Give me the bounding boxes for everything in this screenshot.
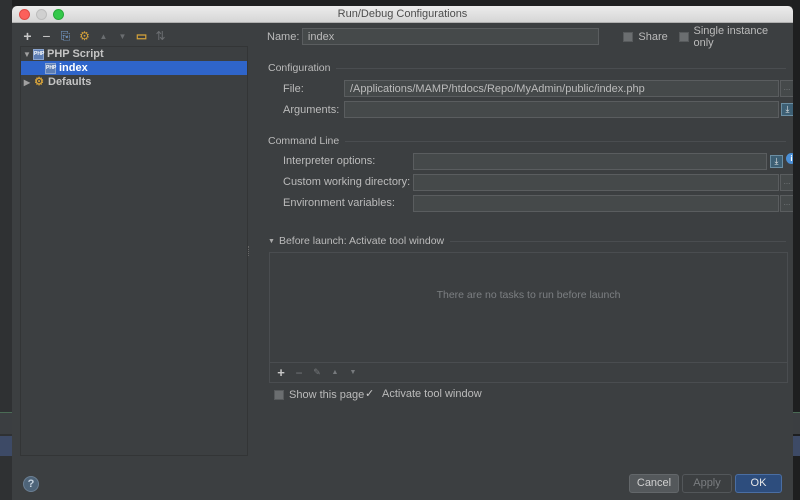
collapse-arrow-icon[interactable]: ▼ [268,238,275,245]
zoom-window-button[interactable] [53,9,64,20]
apply-button[interactable]: Apply [682,474,732,493]
tree-node-label: PHP Script [47,48,104,60]
background-ide-right [792,0,800,500]
working-directory-input[interactable] [413,174,779,191]
environment-variables-input[interactable] [413,195,779,212]
share-checkbox-group[interactable]: Share [623,30,668,43]
section-title: Before launch: Activate tool window [278,235,445,247]
defaults-gear-icon: ⚙ [34,76,44,88]
single-instance-checkbox-group[interactable]: Single instance only [678,24,788,49]
activate-tool-window-label: Activate tool window [382,388,482,400]
collapse-arrow-icon[interactable]: ▶ [21,78,33,87]
expand-arrow-icon[interactable]: ▼ [21,50,33,59]
config-toolbar: + − ⎘ ⚙ ▲ ▼ ▭ ⇅ [20,28,168,44]
file-label: File: [283,83,304,95]
move-task-down-icon[interactable]: ▼ [345,369,361,376]
activate-tool-window-checkbox-group[interactable]: ✓ Activate tool window [365,388,482,400]
arguments-input[interactable] [344,101,779,118]
expand-interpreter-icon[interactable]: ⤓ [770,155,783,168]
cancel-button[interactable]: Cancel [629,474,679,493]
single-instance-label: Single instance only [693,24,769,49]
single-instance-checkbox[interactable] [678,31,689,42]
activate-tool-window-checkbox[interactable]: ✓ [365,389,375,400]
move-down-icon[interactable]: ▼ [115,29,130,44]
remove-task-icon[interactable]: − [291,366,307,380]
tree-node-php-script[interactable]: ▼ PHP PHP Script [21,47,247,61]
environment-variables-browse-button[interactable]: ... [780,195,793,212]
section-title: Configuration [268,62,331,74]
add-icon[interactable]: + [20,28,35,44]
tree-node-defaults[interactable]: ▶ ⚙ Defaults [21,75,247,89]
tree-node-index[interactable]: PHP index [21,61,247,75]
folder-icon[interactable]: ▭ [134,29,149,44]
show-page-checkbox-group[interactable]: Show this page [274,389,364,401]
name-input[interactable] [301,28,600,45]
help-button[interactable]: ? [23,476,39,492]
ok-button[interactable]: OK [735,474,782,493]
info-icon[interactable]: i [786,153,793,164]
run-debug-dialog: Run/Debug Configurations + − ⎘ ⚙ ▲ ▼ ▭ ⇅… [12,6,793,500]
splitter-handle[interactable] [248,246,250,256]
interpreter-options-input[interactable] [413,153,767,170]
working-directory-browse-button[interactable]: ... [780,174,793,191]
task-list-toolbar: + − ✎ ▲ ▼ [270,362,787,382]
interpreter-options-label: Interpreter options: [283,155,376,167]
arguments-label: Arguments: [283,104,340,116]
name-row: Name: Share Single instance only [258,25,788,49]
php-script-icon: PHP [33,48,44,60]
tree-node-label: Defaults [48,76,92,88]
file-input[interactable] [344,80,779,97]
close-window-button[interactable] [19,9,30,20]
command-line-section: Command Line [258,135,786,147]
remove-icon[interactable]: − [39,28,54,44]
php-file-icon: PHP [45,62,56,74]
edit-task-icon[interactable]: ✎ [309,367,325,378]
show-page-label: Show this page [289,389,365,401]
minimize-window-button[interactable] [36,9,47,20]
title-bar[interactable]: Run/Debug Configurations [12,6,793,23]
name-label: Name: [267,30,300,43]
background-ide-left [0,0,12,500]
edit-defaults-icon[interactable]: ⚙ [77,29,92,44]
section-divider [450,240,786,242]
file-browse-button[interactable]: ... [780,80,793,97]
show-page-checkbox[interactable] [274,390,284,400]
before-launch-task-list: There are no tasks to run before launch … [269,252,788,383]
section-title: Command Line [268,135,340,147]
tree-node-label: index [59,62,88,74]
move-up-icon[interactable]: ▲ [96,29,111,44]
section-divider [345,140,786,142]
environment-variables-label: Environment variables: [283,197,395,209]
config-tree: ▼ PHP PHP Script PHP index ▶ ⚙ Defaults [20,46,248,456]
section-divider [336,67,786,69]
share-label: Share [638,30,668,43]
configuration-section: Configuration [258,62,786,74]
add-task-icon[interactable]: + [273,365,289,380]
move-task-up-icon[interactable]: ▲ [327,369,343,376]
empty-tasks-message: There are no tasks to run before launch [436,289,621,301]
share-checkbox[interactable] [623,31,634,42]
expand-arguments-icon[interactable]: ⤓ [781,103,793,116]
working-directory-label: Custom working directory: [283,176,411,188]
copy-icon[interactable]: ⎘ [58,29,73,44]
before-launch-section[interactable]: ▼ Before launch: Activate tool window [258,235,786,247]
sort-icon[interactable]: ⇅ [153,29,168,44]
window-title: Run/Debug Configurations [337,8,468,20]
